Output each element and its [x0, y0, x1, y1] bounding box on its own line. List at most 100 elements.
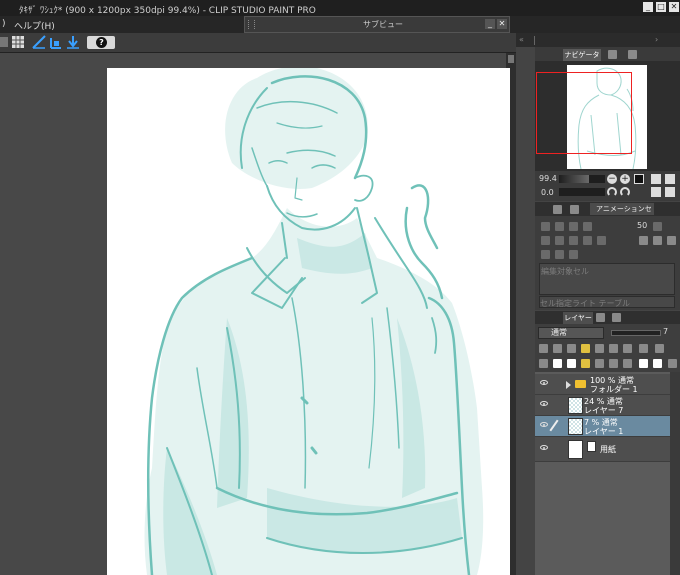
- minimize-button[interactable]: _: [643, 2, 653, 12]
- zoom-in-icon[interactable]: +: [620, 174, 630, 184]
- layer-row-folder[interactable]: 100 % 通常 フォルダー 1: [535, 374, 670, 395]
- apply-mask-icon[interactable]: [653, 359, 662, 368]
- tab-navigator[interactable]: ナビゲーター: [563, 49, 601, 71]
- reference-layer-icon[interactable]: [567, 344, 576, 353]
- visibility-eye-icon[interactable]: [540, 445, 548, 450]
- onion-skin-icon[interactable]: [583, 222, 592, 231]
- cel-remove-icon[interactable]: [569, 236, 578, 245]
- folder-new-icon[interactable]: [653, 236, 662, 245]
- frame-settings-icon[interactable]: [653, 222, 662, 231]
- flip-vertical-icon[interactable]: [665, 174, 675, 184]
- new-folder-icon[interactable]: [581, 359, 590, 368]
- menu-item-partial[interactable]: ): [2, 19, 6, 29]
- rename-cel-icon[interactable]: [569, 222, 578, 231]
- cel-edit-target-label: 編集対象セル: [541, 267, 589, 276]
- layer-row-layer1[interactable]: 7 % 通常 レイヤー 1: [535, 416, 670, 437]
- lock-layer-icon[interactable]: [595, 344, 604, 353]
- specify-cel-icon[interactable]: [555, 222, 564, 231]
- visibility-eye-icon[interactable]: [540, 401, 548, 406]
- layer-list-scrollbar[interactable]: [670, 372, 680, 575]
- new-raster-layer-icon[interactable]: [553, 359, 562, 368]
- folder-open-icon[interactable]: [639, 236, 648, 245]
- new-cel-icon[interactable]: [541, 222, 550, 231]
- layer-property-icon[interactable]: [596, 313, 605, 322]
- layer-mode-label: 24 % 通常: [584, 397, 623, 406]
- zoom-out-icon[interactable]: −: [607, 174, 617, 184]
- panel-collapse-left-icon[interactable]: «: [519, 35, 524, 44]
- layer-menu-icon[interactable]: [539, 359, 548, 368]
- draft-layer-icon[interactable]: [581, 344, 590, 353]
- light-table-icon[interactable]: [541, 250, 550, 259]
- light-table-add-icon[interactable]: [555, 250, 564, 259]
- reset-flip-icon[interactable]: [665, 187, 675, 197]
- clip-layer-icon[interactable]: [553, 344, 562, 353]
- layer-row-paper[interactable]: 用紙: [535, 437, 670, 462]
- fit-to-window-icon[interactable]: [634, 174, 644, 184]
- panel-expand-right-icon[interactable]: ›: [655, 35, 658, 44]
- toolbar-partial-icon[interactable]: [0, 35, 10, 49]
- layer-color-change-icon[interactable]: [655, 344, 664, 353]
- tab-layer[interactable]: レイヤー: [563, 312, 593, 324]
- delete-layer-icon[interactable]: [668, 359, 677, 368]
- panel-tab-strip: « ›: [516, 33, 680, 47]
- command-bar: ?: [0, 33, 516, 53]
- rotate-slider[interactable]: [559, 188, 605, 196]
- new-vector-layer-icon[interactable]: [567, 359, 576, 368]
- paper-icon: [587, 441, 596, 452]
- layer-search-icon[interactable]: [612, 313, 621, 322]
- panel-divider: [534, 36, 535, 45]
- rotate-left-icon[interactable]: [607, 187, 617, 197]
- sub-tool-detail-icon[interactable]: [608, 50, 617, 59]
- zoom-slider[interactable]: [559, 175, 605, 183]
- animation-frame-value[interactable]: 50: [637, 221, 647, 230]
- maximize-button[interactable]: □: [656, 2, 666, 12]
- canvas-paper[interactable]: [107, 68, 510, 575]
- create-mask-icon[interactable]: [639, 359, 648, 368]
- subview-close-button[interactable]: ✕: [497, 19, 507, 29]
- merge-down-icon[interactable]: [595, 359, 604, 368]
- reset-rotation-icon[interactable]: [651, 187, 661, 197]
- ruler-icon[interactable]: [32, 35, 46, 49]
- item-bank-icon[interactable]: [628, 50, 637, 59]
- lock-transparent-icon[interactable]: [539, 344, 548, 353]
- help-button[interactable]: ?: [87, 36, 115, 49]
- visibility-eye-icon[interactable]: [540, 422, 548, 427]
- combine-icon[interactable]: [623, 359, 632, 368]
- ruler-range-icon[interactable]: [623, 344, 632, 353]
- help-icon: ?: [96, 37, 107, 48]
- subview-minimize-button[interactable]: _: [485, 19, 495, 29]
- grid-icon[interactable]: [11, 35, 25, 49]
- tab-animation-cel[interactable]: アニメーションセル: [590, 203, 654, 225]
- cel-list-icon[interactable]: [541, 236, 550, 245]
- cel-up-icon[interactable]: [583, 236, 592, 245]
- navigator-view-rectangle[interactable]: [536, 72, 632, 154]
- light-table-remove-icon[interactable]: [569, 250, 578, 259]
- expand-triangle-icon[interactable]: [566, 381, 571, 389]
- folder-close-icon[interactable]: [667, 236, 676, 245]
- snap-special-ruler-icon[interactable]: [66, 35, 80, 49]
- layer-color-icon[interactable]: [639, 344, 648, 353]
- subview-window[interactable]: サブビュー _ ✕: [244, 16, 510, 33]
- rotate-right-icon[interactable]: [620, 187, 630, 197]
- layer-search-tab-icon[interactable]: [570, 205, 579, 214]
- pen-edit-icon: [549, 419, 559, 432]
- snap-ruler-icon[interactable]: [49, 35, 63, 49]
- close-button[interactable]: ✕: [669, 2, 679, 12]
- transfer-down-icon[interactable]: [609, 359, 618, 368]
- layer-property-tab-icon[interactable]: [553, 205, 562, 214]
- grip-icon[interactable]: [248, 20, 255, 29]
- visibility-eye-icon[interactable]: [540, 380, 548, 385]
- menu-help[interactable]: ヘルプ(H): [14, 19, 55, 32]
- layer-row-layer7[interactable]: 24 % 通常 レイヤー 7: [535, 395, 670, 416]
- zoom-value[interactable]: 99.4: [539, 174, 557, 183]
- opacity-value[interactable]: 7: [663, 327, 668, 336]
- opacity-slider[interactable]: [611, 330, 661, 336]
- cel-add-icon[interactable]: [555, 236, 564, 245]
- flip-horizontal-icon[interactable]: [651, 174, 661, 184]
- title-bar: ﾀｷｻﾞ ﾜｼｭｸ* (900 x 1200px 350dpi 99.4%) -…: [0, 0, 680, 16]
- mask-icon[interactable]: [609, 344, 618, 353]
- angle-value[interactable]: 0.0: [541, 188, 554, 197]
- cel-down-icon[interactable]: [597, 236, 606, 245]
- blend-mode-select[interactable]: 通常: [538, 327, 604, 339]
- scroll-up-arrow-icon[interactable]: [508, 55, 514, 63]
